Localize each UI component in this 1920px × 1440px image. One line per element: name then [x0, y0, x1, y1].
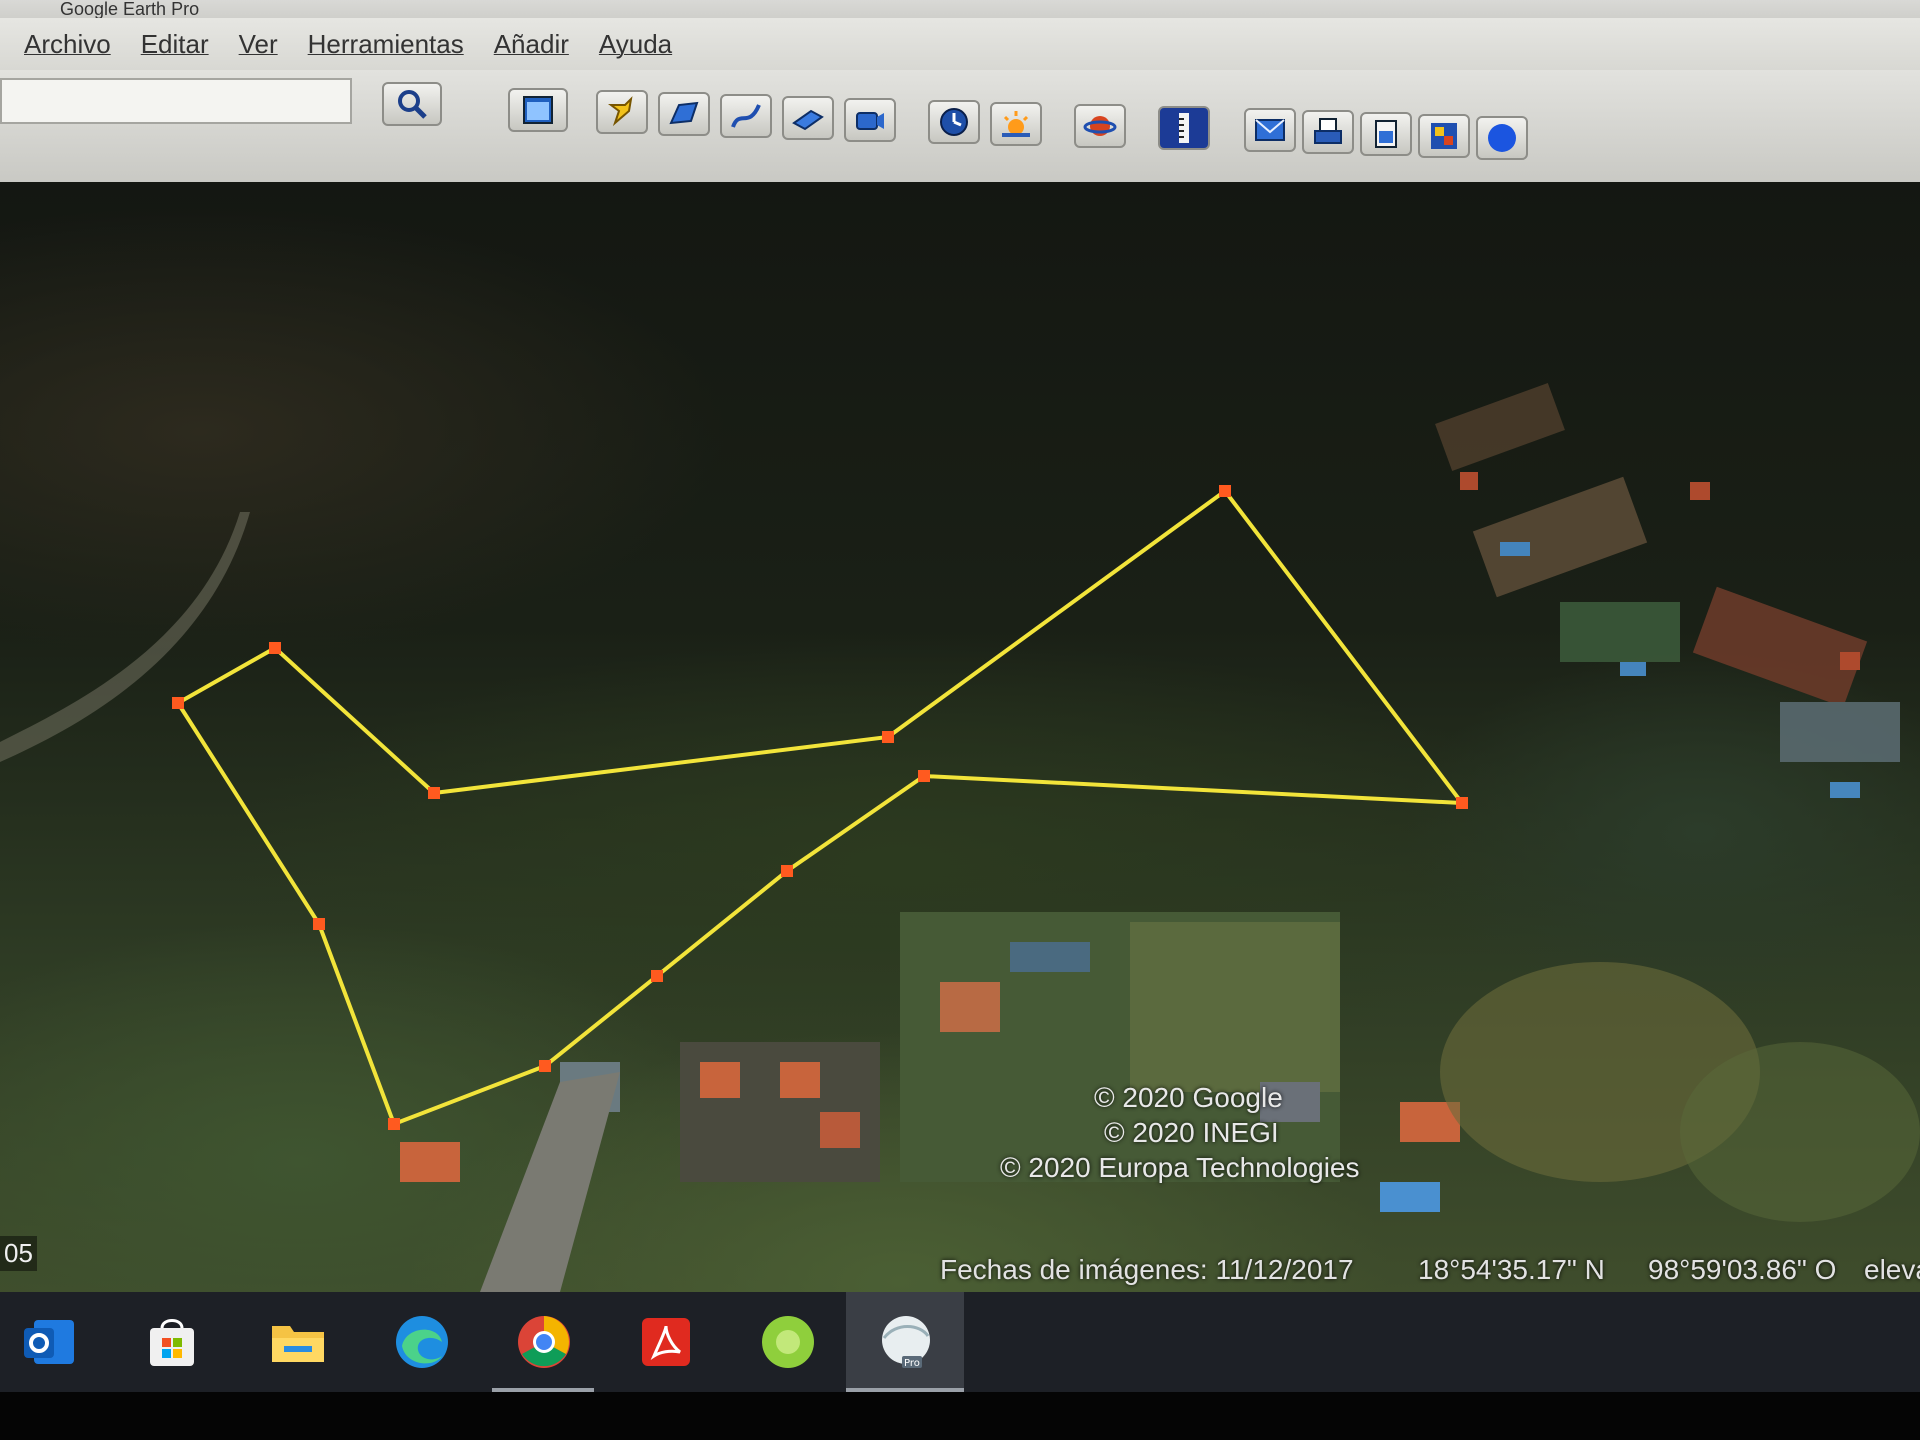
google-earth-pro-icon: Pro — [882, 1316, 930, 1369]
view-in-maps-button[interactable] — [1418, 114, 1470, 158]
add-image-overlay-button[interactable] — [782, 96, 834, 140]
path-vertex[interactable] — [428, 787, 440, 799]
screen-bezel — [0, 1392, 1920, 1440]
outlook-icon — [24, 1320, 74, 1364]
save-image-icon — [1375, 120, 1397, 148]
planets-button[interactable] — [1074, 104, 1126, 148]
menu-herramientas[interactable]: Herramientas — [308, 29, 464, 60]
menu-ayuda[interactable]: Ayuda — [599, 29, 672, 60]
taskbar-edge[interactable] — [390, 1310, 454, 1374]
historical-imagery-icon — [940, 108, 968, 136]
path-vertex[interactable] — [172, 697, 184, 709]
print-icon — [1314, 118, 1342, 144]
green-app-icon — [762, 1316, 814, 1368]
edge-icon — [396, 1316, 448, 1368]
path-vertex[interactable] — [539, 1060, 551, 1072]
taskbar-chrome[interactable] — [512, 1310, 576, 1374]
placemark-icon — [608, 96, 633, 127]
taskbar-acrobat[interactable] — [634, 1310, 698, 1374]
sidebar-toggle-button[interactable] — [508, 88, 568, 132]
taskbar-store[interactable] — [140, 1310, 204, 1374]
menu-bar: Archivo Editar Ver Herramientas Añadir A… — [0, 18, 1920, 70]
menu-ver[interactable]: Ver — [239, 29, 278, 60]
path-vertex[interactable] — [918, 770, 930, 782]
search-input[interactable] — [0, 78, 352, 124]
chrome-icon — [518, 1316, 570, 1368]
sunlight-icon — [1002, 111, 1030, 137]
ruler-icon — [1179, 113, 1189, 143]
path-vertex[interactable] — [882, 731, 894, 743]
taskbar-google-earth-pro[interactable]: Pro — [874, 1310, 938, 1374]
longitude-readout: 98°59'03.86" O — [1648, 1254, 1837, 1285]
copyright-google: © 2020 Google — [1094, 1082, 1283, 1113]
ruler-button[interactable] — [1158, 106, 1210, 150]
planets-icon — [1083, 116, 1117, 136]
sidebar-icon — [523, 96, 553, 124]
path-vertex[interactable] — [269, 642, 281, 654]
path-vertex[interactable] — [1456, 797, 1468, 809]
record-tour-button[interactable] — [844, 98, 896, 142]
add-path-button[interactable] — [720, 94, 772, 138]
taskbar-file-explorer[interactable] — [266, 1310, 330, 1374]
historical-imagery-button[interactable] — [928, 100, 980, 144]
window-title: Google Earth Pro — [60, 0, 200, 18]
print-button[interactable] — [1302, 110, 1354, 154]
polygon-icon — [669, 101, 699, 125]
globe-icon — [1488, 124, 1516, 152]
menu-editar[interactable]: Editar — [141, 29, 209, 60]
search-button[interactable] — [382, 82, 442, 126]
acrobat-icon — [642, 1318, 690, 1366]
add-polygon-button[interactable] — [658, 92, 710, 136]
path-vertex[interactable] — [1219, 485, 1231, 497]
residential-area-east — [1435, 382, 1900, 798]
search-icon — [398, 90, 427, 119]
map-imagery — [0, 382, 1920, 1292]
taskbar-outlook[interactable] — [18, 1310, 82, 1374]
add-placemark-button[interactable] — [596, 90, 648, 134]
imagery-date: Fechas de imágenes: 11/12/2017 — [940, 1254, 1354, 1285]
pro-badge: Pro — [904, 1358, 920, 1369]
map-view[interactable]: © 2020 Google © 2020 INEGI © 2020 Europa… — [0, 182, 1920, 1292]
email-button[interactable] — [1244, 108, 1296, 152]
taskbar-green-app[interactable] — [756, 1310, 820, 1374]
globe-button[interactable] — [1476, 116, 1528, 160]
copyright-inegi: © 2020 INEGI — [1104, 1117, 1279, 1148]
maps-icon — [1431, 123, 1457, 149]
taskbar: Pro — [0, 1292, 1920, 1392]
menu-archivo[interactable]: Archivo — [24, 29, 111, 60]
path-icon — [731, 104, 761, 128]
latitude-readout: 18°54'35.17" N — [1418, 1254, 1605, 1285]
store-icon — [150, 1319, 194, 1366]
sunlight-button[interactable] — [990, 102, 1042, 146]
window-title-bar: Google Earth Pro — [0, 0, 1920, 18]
toolbar — [0, 70, 1920, 184]
email-icon — [1255, 119, 1285, 141]
path-vertex[interactable] — [781, 865, 793, 877]
menu-anadir[interactable]: Añadir — [494, 29, 569, 60]
image-overlay-icon — [792, 109, 824, 131]
elevation-readout: eleva — [1864, 1254, 1920, 1285]
path-vertex[interactable] — [313, 918, 325, 930]
scale-legend: 05 — [0, 1236, 37, 1271]
file-explorer-icon — [272, 1326, 324, 1362]
copyright-europa: © 2020 Europa Technologies — [1000, 1152, 1360, 1183]
path-vertex[interactable] — [388, 1118, 400, 1130]
path-vertex[interactable] — [651, 970, 663, 982]
save-image-button[interactable] — [1360, 112, 1412, 156]
record-tour-icon — [856, 112, 884, 130]
